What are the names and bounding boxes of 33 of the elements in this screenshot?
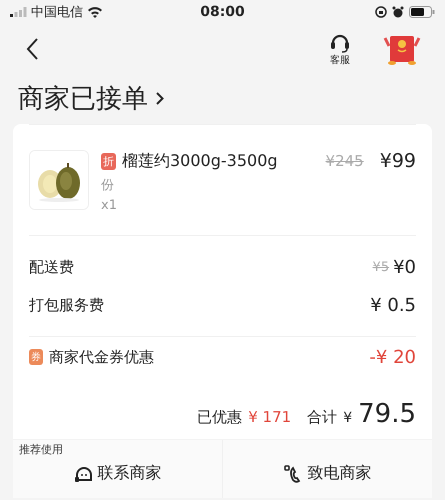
back-icon[interactable]: [26, 38, 38, 60]
saved-label: 已优惠: [197, 408, 242, 427]
fee-label: 打包服务费: [29, 296, 105, 314]
discount-label: 商家代金券优惠: [49, 348, 155, 366]
fee-label: 配送费: [29, 258, 75, 276]
original-fee: ¥5: [372, 260, 390, 274]
coupon-badge: 券: [29, 349, 43, 365]
clock-time: 08:00: [199, 4, 246, 20]
carrier-name: 中国电信: [31, 4, 83, 21]
original-price: ¥245: [326, 152, 364, 170]
product-unit: 份: [101, 177, 115, 194]
total-label: 合计: [307, 408, 338, 427]
product-name: 榴莲约3000g-3500g: [122, 150, 279, 172]
recommend-hint: 推荐使用: [19, 442, 63, 457]
rotation-lock-icon: [375, 6, 388, 18]
signal-icon: [10, 7, 27, 17]
discount-badge: 折: [101, 152, 116, 170]
fee-amount: ¥0: [393, 256, 416, 278]
customer-service-button[interactable]: 客服: [329, 31, 351, 67]
wifi-icon: [87, 6, 103, 18]
alarm-clock-icon: [392, 6, 404, 18]
fee-amount: ¥ 0.5: [370, 294, 416, 316]
currency-symbol: ¥: [343, 410, 352, 426]
contact-button[interactable]: 致电商家: [222, 440, 432, 498]
total-amount: 79.5: [358, 399, 416, 429]
chevron-right-icon[interactable]: [156, 92, 164, 104]
battery-icon: [409, 6, 436, 18]
chat-icon: [74, 464, 94, 482]
product-price: ¥99: [380, 150, 416, 172]
saved-amount: ¥ 171: [248, 408, 292, 426]
discount-amount: -¥ 20: [369, 346, 416, 368]
product-quantity: x1: [101, 198, 118, 213]
order-status-title: 商家已接单: [18, 82, 148, 116]
